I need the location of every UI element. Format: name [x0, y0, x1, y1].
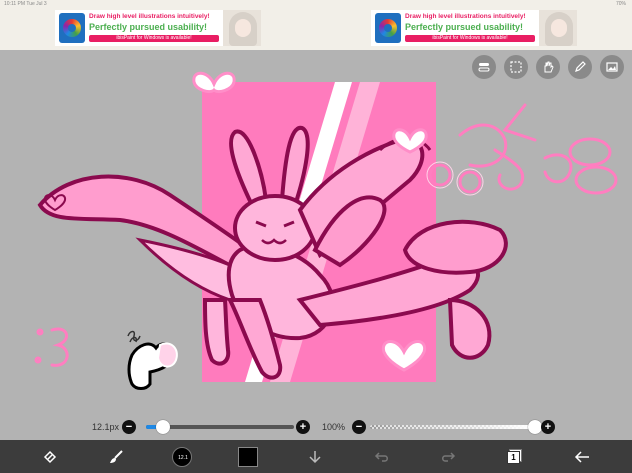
- undo-icon[interactable]: [370, 440, 394, 473]
- current-color-swatch: [238, 446, 258, 467]
- status-time: 10:11 PM Tue Jul 3: [4, 1, 47, 7]
- ad-headline: Draw high level illustrations intuitivel…: [89, 13, 210, 20]
- image-icon[interactable]: [600, 55, 624, 79]
- brush-size-thumb[interactable]: [155, 420, 170, 434]
- heart-top-left: [192, 71, 236, 94]
- doodle-colon-three: [34, 327, 69, 367]
- ad-banner-right[interactable]: Draw high level illustrations intuitivel…: [371, 10, 577, 46]
- ad-banner-left[interactable]: Draw high level illustrations intuitivel…: [55, 10, 261, 46]
- ibispaint-logo: [375, 13, 401, 43]
- foot-right-lower: [447, 297, 492, 360]
- brush-size-icon[interactable]: 12.1: [170, 440, 194, 473]
- pen-icon[interactable]: [568, 55, 592, 79]
- layers-icon[interactable]: 1: [503, 440, 527, 473]
- layers-toggle-icon[interactable]: [472, 55, 496, 79]
- squiggle-mark: [127, 330, 141, 343]
- download-icon[interactable]: [303, 440, 327, 473]
- glove-pink-patch: [156, 342, 178, 368]
- ad-subheadline: Perfectly pursued usability!: [405, 22, 524, 32]
- brush-opacity-slider[interactable]: [370, 425, 530, 429]
- selection-icon[interactable]: [504, 55, 528, 79]
- size-decrease-button[interactable]: −: [122, 420, 136, 434]
- layers-count: 1: [507, 450, 520, 464]
- bottom-toolbar: 12.1 1: [0, 440, 632, 473]
- hand-icon[interactable]: [536, 55, 560, 79]
- battery-level: 70%: [615, 1, 626, 7]
- brush-opacity-thumb[interactable]: [528, 420, 542, 434]
- status-bar: 10:11 PM Tue Jul 3 70%: [0, 0, 632, 8]
- size-increase-button[interactable]: +: [296, 420, 310, 434]
- brush-settings-row: 12.1px − + 100% − +: [0, 416, 632, 438]
- brush-size-value: 12.1: [178, 454, 188, 461]
- ibispaint-screen: 10:11 PM Tue Jul 3 70% Draw high level i…: [0, 0, 632, 473]
- ad-character-image: [223, 10, 261, 46]
- ad-cta[interactable]: ibisPaint for Windows is available!: [405, 35, 535, 42]
- opacity-decrease-button[interactable]: −: [352, 420, 366, 434]
- redo-icon[interactable]: [436, 440, 460, 473]
- ad-cta[interactable]: ibisPaint for Windows is available!: [89, 35, 219, 42]
- canvas-toolbar: [472, 55, 624, 79]
- handwritten-doodle-right: [428, 103, 618, 195]
- ad-banner-bar: Draw high level illustrations intuitivel…: [0, 8, 632, 50]
- ad-headline: Draw high level illustrations intuitivel…: [405, 13, 526, 20]
- brush-icon[interactable]: [104, 440, 128, 473]
- drawing-canvas[interactable]: [0, 50, 632, 410]
- ad-character-image: [539, 10, 577, 46]
- ibispaint-logo: [59, 13, 85, 43]
- ad-subheadline: Perfectly pursued usability!: [89, 22, 208, 32]
- transform-icon[interactable]: [38, 440, 62, 473]
- color-icon[interactable]: [236, 440, 260, 473]
- back-icon[interactable]: [570, 440, 594, 473]
- brush-opacity-label: 100%: [322, 422, 346, 432]
- opacity-increase-button[interactable]: +: [541, 420, 555, 434]
- brush-size-label: 12.1px: [92, 422, 120, 432]
- leg-left-2: [202, 298, 231, 366]
